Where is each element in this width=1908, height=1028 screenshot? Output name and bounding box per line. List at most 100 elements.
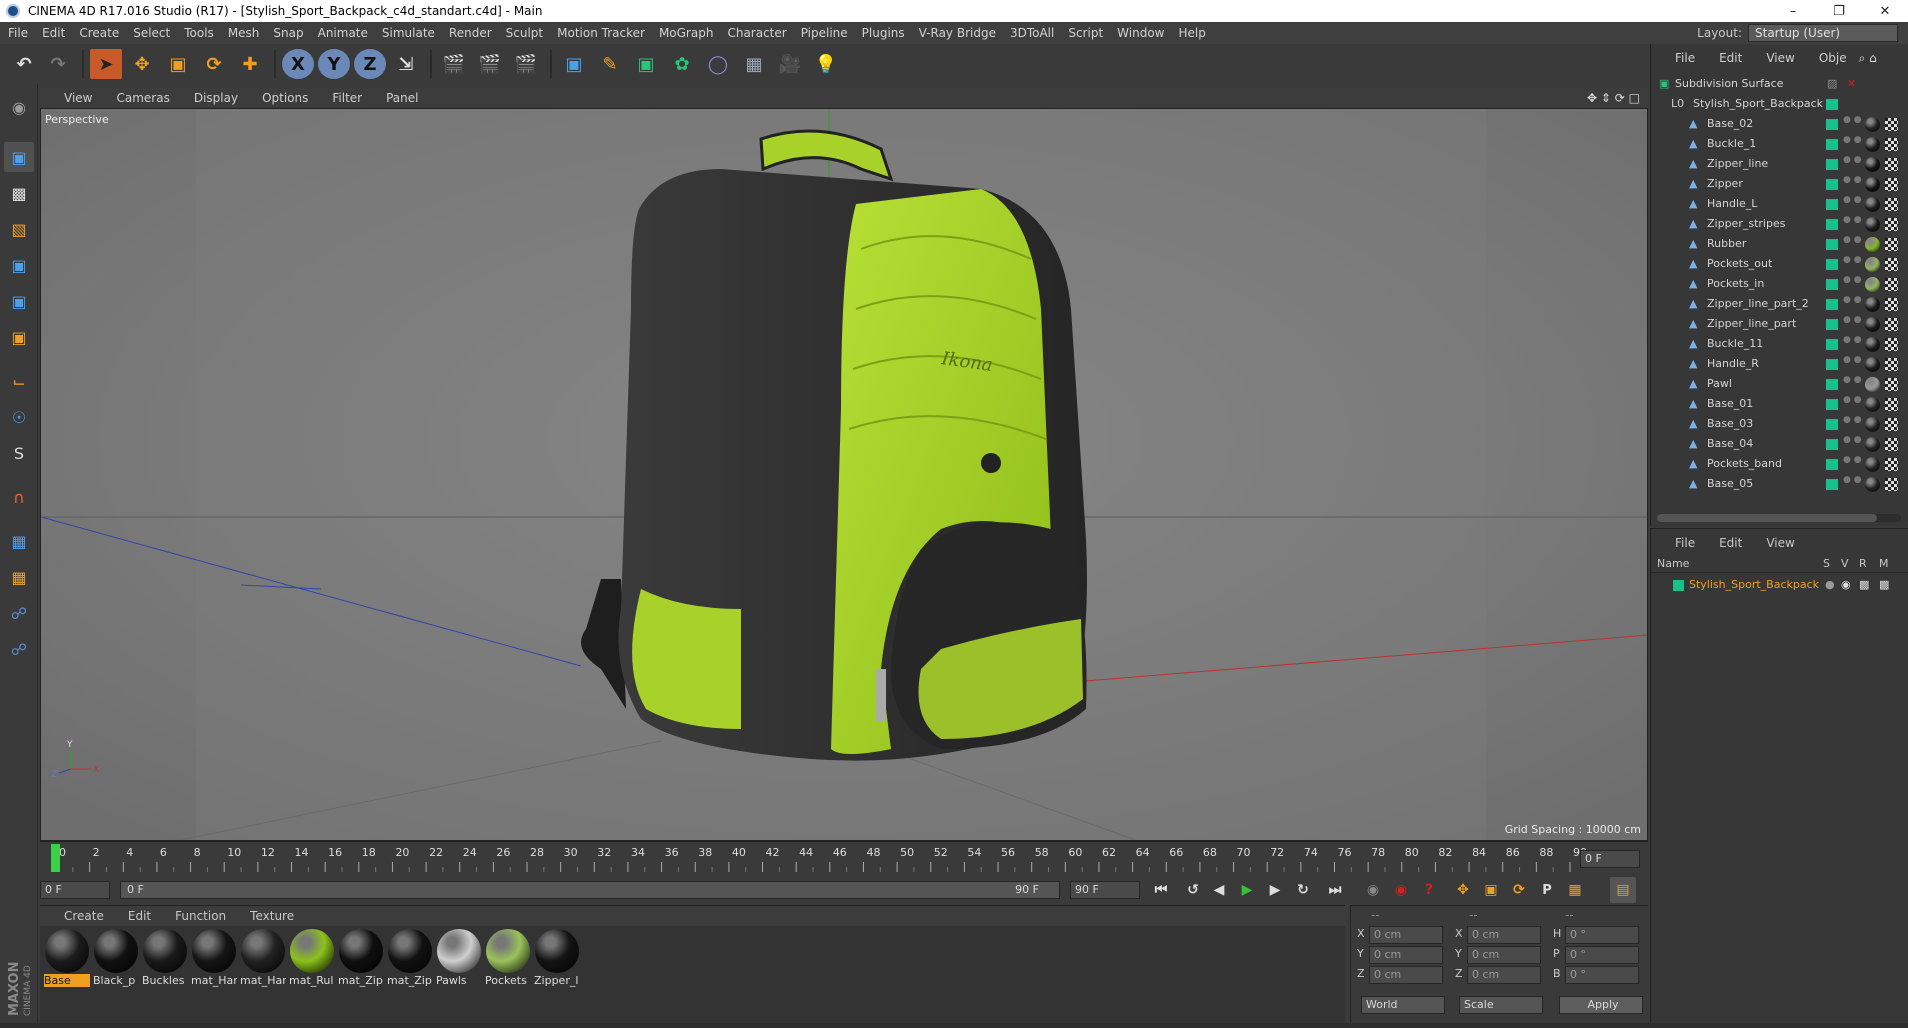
material-swatch[interactable]: mat_Har <box>191 928 237 988</box>
key-scale-icon[interactable]: ▣ <box>1478 877 1504 903</box>
menu-edit[interactable]: Edit <box>42 26 65 40</box>
render-view-icon[interactable]: 🎬 <box>438 49 470 79</box>
coords-apply-button[interactable]: Apply <box>1559 996 1643 1014</box>
texture-tag-icon[interactable] <box>1885 358 1898 371</box>
menu-mesh[interactable]: Mesh <box>228 26 260 40</box>
cube-primitive-icon[interactable]: ▣ <box>558 49 590 79</box>
material-menu-edit[interactable]: Edit <box>128 909 151 923</box>
viewport-menu-filter[interactable]: Filter <box>332 91 362 105</box>
menu-plugins[interactable]: Plugins <box>862 26 905 40</box>
object-row[interactable]: ▲ Buckle_1 ● ● <box>1651 134 1908 154</box>
live-selection-icon[interactable]: ➤ <box>90 49 122 79</box>
texture-tag-icon[interactable] <box>1885 218 1898 231</box>
menu-vray-bridge[interactable]: V-Ray Bridge <box>919 26 996 40</box>
object-menu-file[interactable]: File <box>1675 51 1695 65</box>
viewport-perspective[interactable]: Ikona Y X Z Perspective Grid Spacing : 1… <box>40 108 1648 841</box>
coord-value-field[interactable]: 0 ° <box>1565 926 1639 944</box>
visibility-dots-icon[interactable]: ● ● <box>1843 276 1862 285</box>
menu-pipeline[interactable]: Pipeline <box>801 26 848 40</box>
python-script-2-icon[interactable]: ☍ <box>4 634 34 664</box>
material-tag-icon[interactable] <box>1865 337 1880 352</box>
visibility-dots-icon[interactable]: ● ● <box>1843 416 1862 425</box>
menu-motion-tracker[interactable]: Motion Tracker <box>557 26 645 40</box>
material-menu-function[interactable]: Function <box>175 909 226 923</box>
material-tag-icon[interactable] <box>1865 457 1880 472</box>
menu-file[interactable]: File <box>8 26 28 40</box>
coords-scale-dropdown[interactable]: Scale <box>1459 996 1543 1014</box>
visibility-dots-icon[interactable]: ● ● <box>1843 436 1862 445</box>
material-tag-icon[interactable] <box>1865 317 1880 332</box>
object-row[interactable]: ▲ Zipper_line ● ● <box>1651 154 1908 174</box>
object-row-root[interactable]: ▣ Subdivision Surface ▨ ✕ <box>1651 74 1908 94</box>
layer-menu-view[interactable]: View <box>1766 536 1794 550</box>
layer-solo-icon[interactable]: ● <box>1825 575 1835 595</box>
object-row[interactable]: ▲ Base_03 ● ● <box>1651 414 1908 434</box>
object-row[interactable]: ▲ Base_01 ● ● <box>1651 394 1908 414</box>
viewport-menu-cameras[interactable]: Cameras <box>116 91 169 105</box>
autokey-icon[interactable]: ◉ <box>1388 877 1414 903</box>
texture-tag-icon[interactable] <box>1885 278 1898 291</box>
undo-icon[interactable]: ↶ <box>8 49 40 79</box>
coord-value-field[interactable]: 0 cm <box>1467 926 1541 944</box>
minimize-icon[interactable]: – <box>1770 0 1816 22</box>
object-row[interactable]: ▲ Base_02 ● ● <box>1651 114 1908 134</box>
texture-tag-icon[interactable] <box>1885 458 1898 471</box>
key-rotation-icon[interactable]: ⟳ <box>1506 877 1532 903</box>
key-position-icon[interactable]: ✥ <box>1450 877 1476 903</box>
edges-mode-icon[interactable]: ▣ <box>4 286 34 316</box>
layer-render-icon[interactable]: ▩ <box>1859 575 1869 595</box>
material-menu-texture[interactable]: Texture <box>250 909 294 923</box>
coord-value-field[interactable]: 0 cm <box>1369 946 1443 964</box>
visibility-dots-icon[interactable]: ● ● <box>1843 196 1862 205</box>
next-frame-icon[interactable]: ▶ <box>1262 877 1288 903</box>
texture-tag-icon[interactable] <box>1885 398 1898 411</box>
render-picture-viewer-icon[interactable]: 🎬 <box>474 49 506 79</box>
object-row[interactable]: ▲ Base_04 ● ● <box>1651 434 1908 454</box>
layout-dropdown[interactable]: Startup (User) <box>1748 24 1898 42</box>
texture-tag-icon[interactable] <box>1885 418 1898 431</box>
record-keys-icon[interactable]: ◉ <box>1360 877 1386 903</box>
visibility-dots-icon[interactable]: ● ● <box>1843 476 1862 485</box>
menu-mograph[interactable]: MoGraph <box>659 26 714 40</box>
points-mode-icon[interactable]: ▣ <box>4 250 34 280</box>
material-tag-icon[interactable] <box>1865 257 1880 272</box>
layer-menu-edit[interactable]: Edit <box>1719 536 1742 550</box>
object-row[interactable]: ▲ Zipper_stripes ● ● <box>1651 214 1908 234</box>
texture-tag-icon[interactable] <box>1885 238 1898 251</box>
material-tag-icon[interactable] <box>1865 297 1880 312</box>
material-swatch[interactable]: Black_p <box>93 928 139 988</box>
goto-start-icon[interactable]: ⏮ <box>1148 877 1174 903</box>
timeline-layout-icon[interactable]: ▤ <box>1610 877 1636 903</box>
material-tag-icon[interactable] <box>1865 277 1880 292</box>
visibility-dots-icon[interactable]: ● ● <box>1843 176 1862 185</box>
close-icon[interactable]: ✕ <box>1862 0 1908 22</box>
viewport-menu-display[interactable]: Display <box>194 91 238 105</box>
material-tag-icon[interactable] <box>1865 377 1880 392</box>
polygons-mode-icon[interactable]: ▣ <box>4 322 34 352</box>
material-tag-icon[interactable] <box>1865 237 1880 252</box>
deformer-icon[interactable]: ◯ <box>702 49 734 79</box>
coords-world-dropdown[interactable]: World <box>1361 996 1445 1014</box>
material-swatch[interactable]: Buckles <box>142 928 188 988</box>
start-frame-field[interactable]: 0 F <box>40 881 110 899</box>
visibility-dots-icon[interactable]: ● ● <box>1843 336 1862 345</box>
key-pla-icon[interactable]: ▦ <box>1562 877 1588 903</box>
object-manager-scrollbar[interactable] <box>1657 514 1901 522</box>
menu-animate[interactable]: Animate <box>318 26 368 40</box>
visibility-dots-icon[interactable]: ● ● <box>1843 316 1862 325</box>
disable-x-icon[interactable]: ✕ <box>1847 74 1856 94</box>
material-swatch[interactable]: Zipper_l <box>534 928 580 988</box>
visibility-dots-icon[interactable]: ● ● <box>1843 396 1862 405</box>
material-swatch[interactable]: Pawls <box>436 928 482 988</box>
menu-script[interactable]: Script <box>1068 26 1103 40</box>
menu-window[interactable]: Window <box>1117 26 1164 40</box>
object-row[interactable]: ▲ Zipper_line_part_2 ● ● <box>1651 294 1908 314</box>
snap-icon[interactable]: ∩ <box>4 482 34 512</box>
viewport-menu-view[interactable]: View <box>64 91 92 105</box>
frame-range-slider[interactable]: 0 F 90 F <box>120 881 1060 899</box>
menu-help[interactable]: Help <box>1178 26 1205 40</box>
workplane-mode-icon[interactable]: ▧ <box>4 214 34 244</box>
subdivision-surface-icon[interactable]: ▣ <box>630 49 662 79</box>
menu-create[interactable]: Create <box>79 26 119 40</box>
workplane-lock-icon[interactable]: ▦ <box>4 526 34 556</box>
